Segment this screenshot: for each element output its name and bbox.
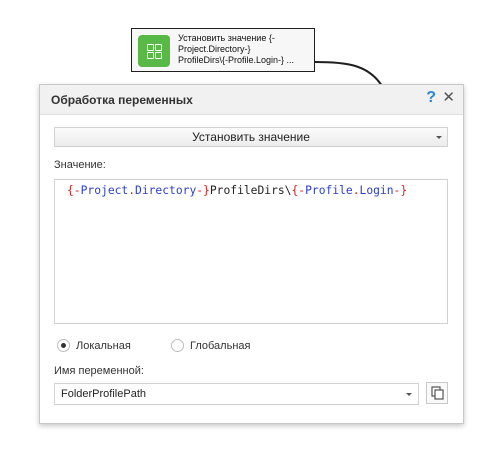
action-select[interactable]: Установить значение	[54, 127, 448, 147]
token-dot: .	[128, 184, 136, 197]
scope-radio-label: Глобальная	[190, 339, 251, 352]
scope-radio-label: Локальная	[76, 339, 131, 352]
value-label: Значение:	[54, 159, 106, 171]
copy-button[interactable]	[426, 382, 448, 404]
copy-icon	[431, 386, 444, 400]
value-editor[interactable]: {-Project.Directory-}ProfileDirs\{-Profi…	[54, 179, 448, 324]
token-login: Login	[359, 184, 394, 197]
help-button[interactable]: ?	[426, 89, 436, 107]
scope-radio-global[interactable]: Глобальная	[171, 339, 250, 352]
variable-name-label: Имя переменной:	[54, 365, 144, 377]
token-brace-open: {-	[67, 184, 81, 197]
close-button[interactable]: ✕	[442, 89, 455, 107]
radio-checked-icon	[57, 339, 70, 352]
grid-icon	[138, 35, 170, 67]
node-label-line: ProfileDirs\{-Profile.Login-} ...	[178, 55, 295, 65]
chevron-down-icon	[406, 393, 412, 396]
radio-unchecked-icon	[171, 339, 184, 352]
token-brace-close: -}	[196, 184, 210, 197]
variable-name-select[interactable]: FolderProfilePath	[54, 383, 419, 405]
token-brace-open: {-	[291, 184, 306, 197]
chevron-down-icon	[436, 136, 442, 139]
action-node[interactable]: Установить значение {- Project.Directory…	[131, 28, 315, 72]
variable-name-value: FolderProfilePath	[61, 388, 146, 400]
node-label-line: Установить значение {-	[178, 33, 275, 43]
token-project: Project	[80, 184, 129, 197]
node-label-line: Project.Directory-}	[178, 44, 251, 54]
token-profile: Profile	[305, 184, 353, 197]
dialog-titlebar: Обработка переменных ? ✕	[40, 85, 463, 115]
node-label: Установить значение {- Project.Directory…	[178, 33, 308, 66]
token-profiledirs: ProfileDirs\	[209, 184, 292, 197]
dialog-title: Обработка переменных	[51, 93, 193, 107]
action-select-value: Установить значение	[192, 130, 310, 144]
scope-radio-local[interactable]: Локальная	[57, 339, 131, 352]
variable-processing-dialog: Обработка переменных ? ✕ Установить знач…	[39, 84, 464, 424]
token-brace-close: -}	[393, 184, 408, 197]
token-dot: .	[352, 184, 360, 197]
token-directory: Directory	[135, 184, 197, 197]
